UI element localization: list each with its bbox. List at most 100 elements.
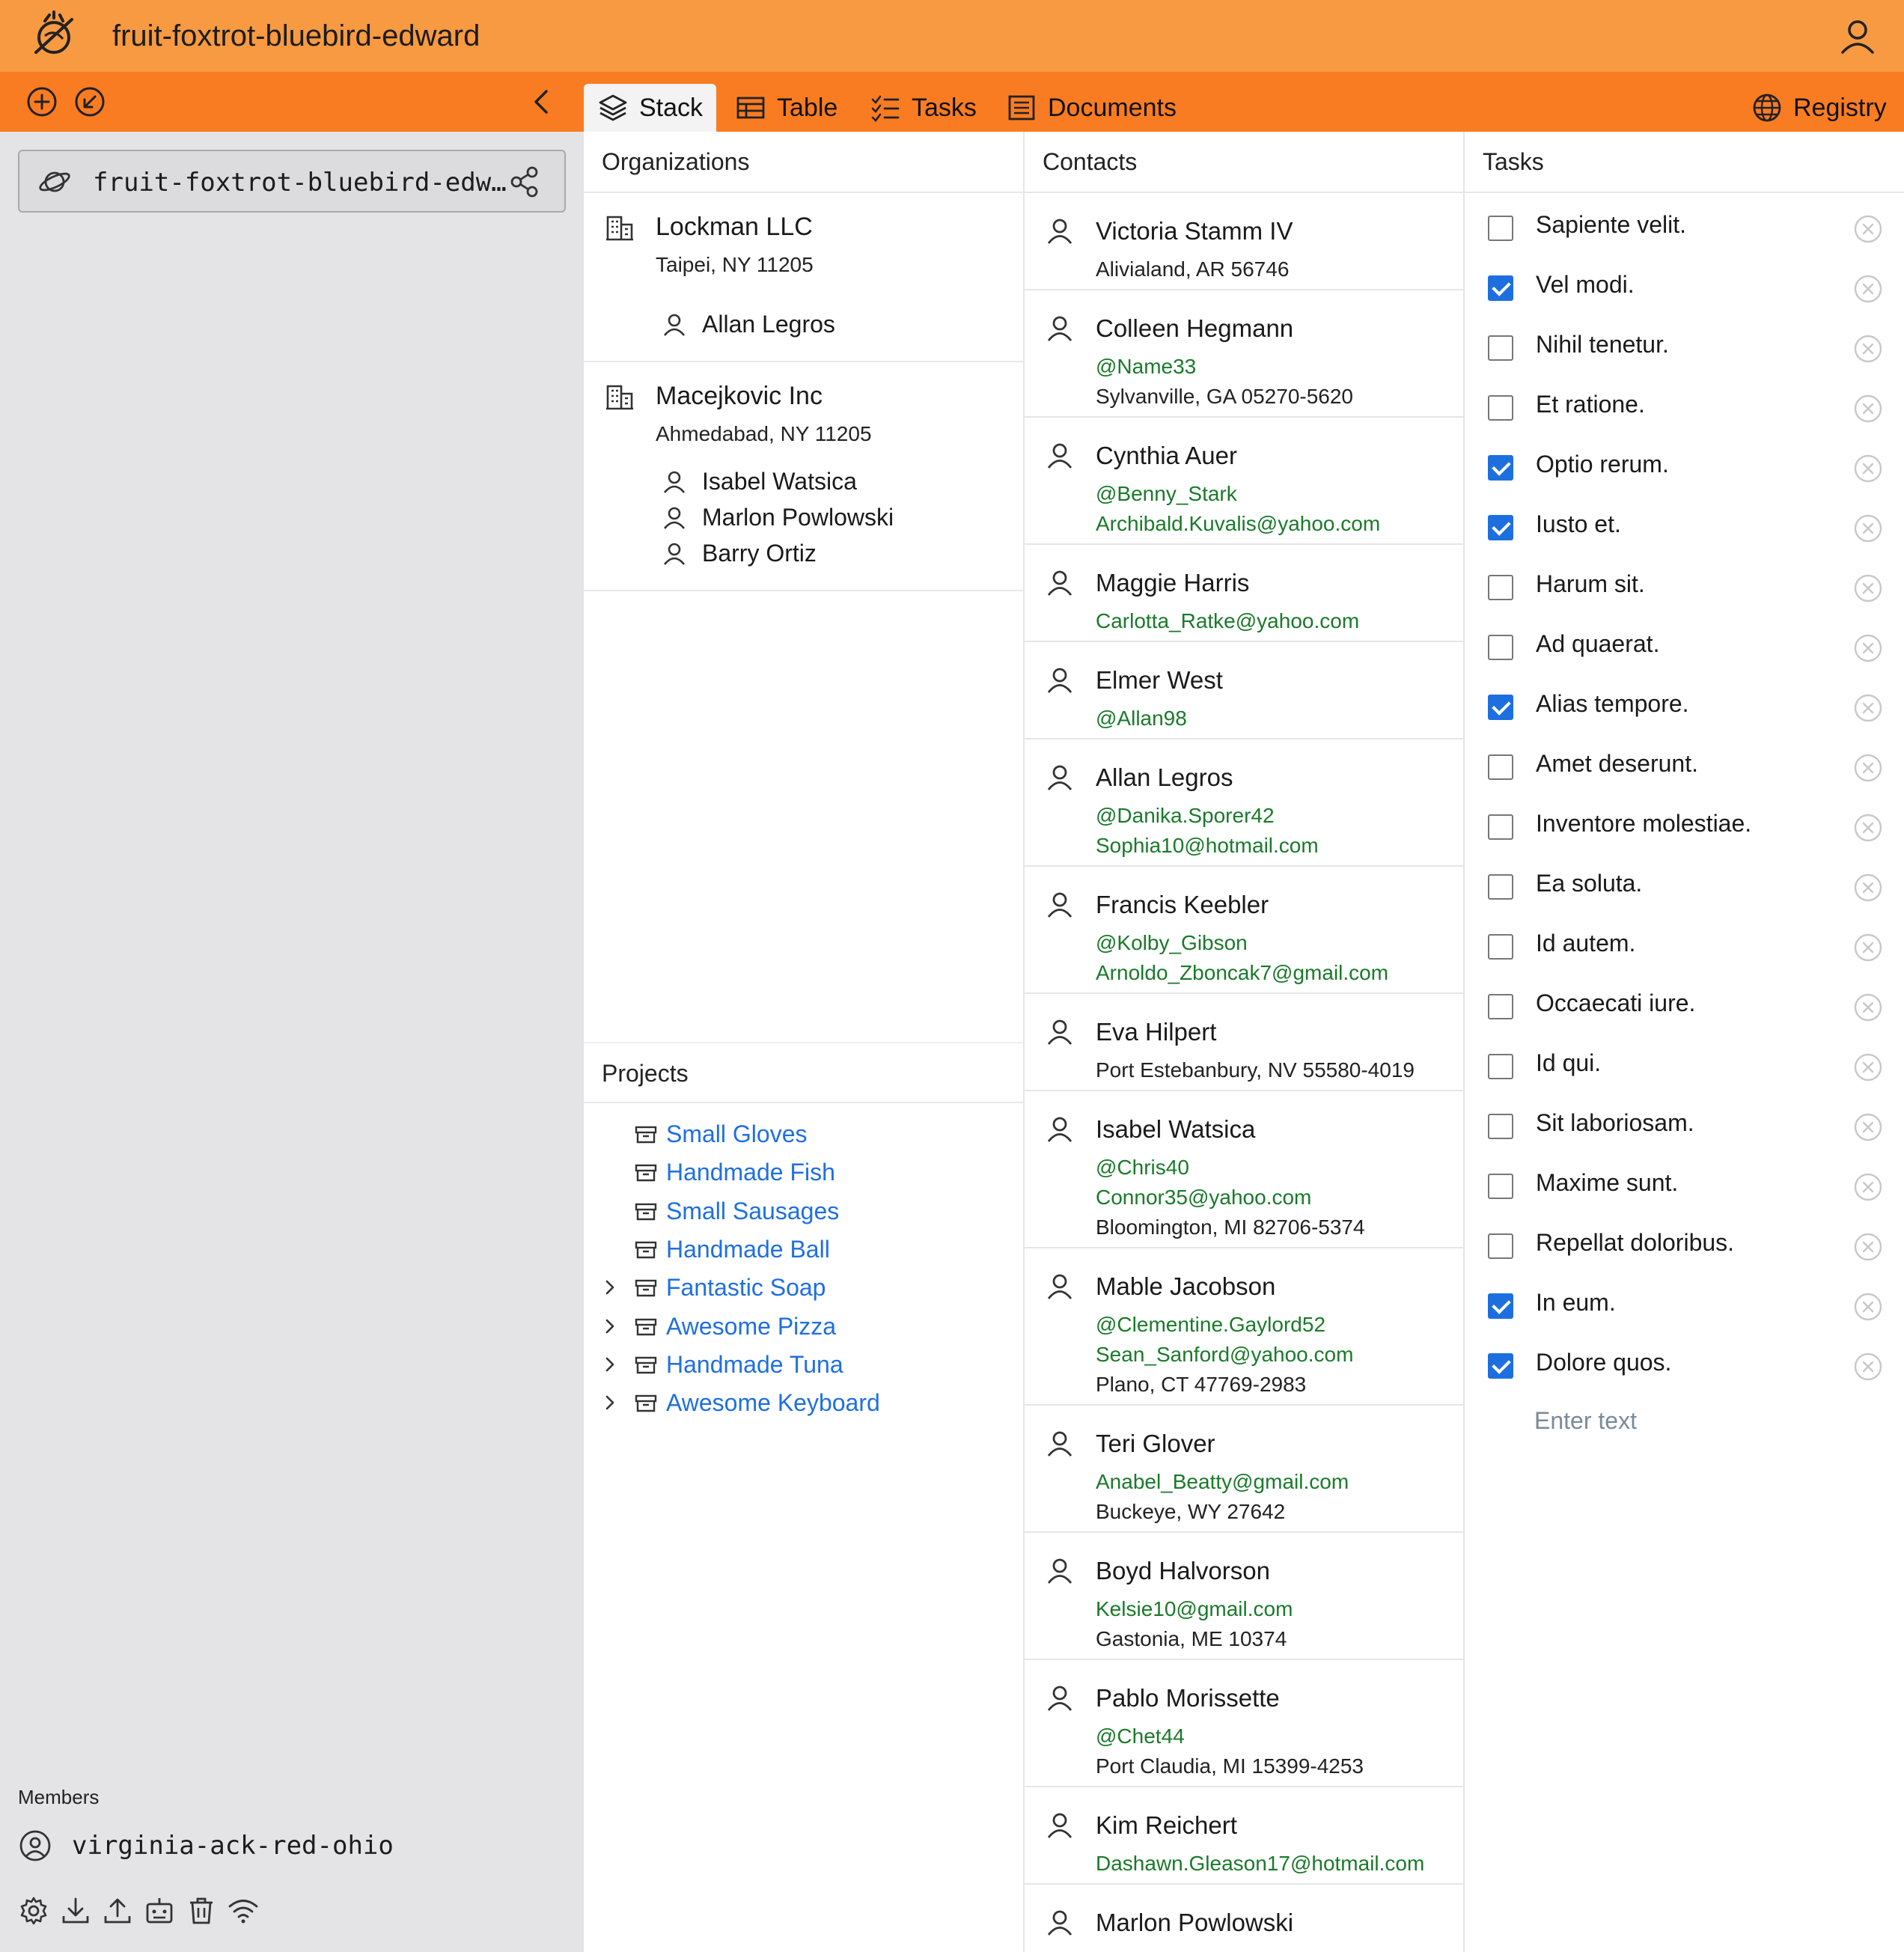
task-checkbox[interactable] <box>1488 515 1513 540</box>
contact-link[interactable]: Sean_Sanford@yahoo.com <box>1096 1343 1353 1367</box>
trash-icon[interactable] <box>186 1895 217 1927</box>
wifi-icon[interactable] <box>228 1895 259 1927</box>
user-icon[interactable] <box>1837 15 1879 57</box>
delete-task-icon[interactable] <box>1853 573 1883 603</box>
delete-task-icon[interactable] <box>1853 813 1883 843</box>
delete-task-icon[interactable] <box>1853 753 1883 783</box>
task-checkbox[interactable] <box>1488 1114 1513 1139</box>
tab-documents[interactable]: Documents <box>992 84 1190 132</box>
task-checkbox[interactable] <box>1488 1054 1513 1079</box>
chevron-right-icon[interactable] <box>599 1391 621 1414</box>
contact-link[interactable]: Connor35@yahoo.com <box>1096 1186 1311 1210</box>
contact-card[interactable]: Victoria Stamm IV Alivialand, AR 56746 <box>1024 193 1464 290</box>
task-checkbox[interactable] <box>1488 216 1513 241</box>
delete-task-icon[interactable] <box>1853 1052 1883 1082</box>
contact-link[interactable]: @Chris40 <box>1096 1156 1189 1180</box>
task-checkbox[interactable] <box>1488 874 1513 900</box>
contact-card[interactable]: Elmer West @Allan98 <box>1024 642 1464 739</box>
delete-task-icon[interactable] <box>1853 394 1883 424</box>
task-checkbox[interactable] <box>1488 695 1513 720</box>
task-checkbox[interactable] <box>1488 575 1513 600</box>
chevron-right-icon[interactable] <box>599 1276 621 1299</box>
chevron-right-icon[interactable] <box>599 1353 621 1376</box>
project-item[interactable]: Small Gloves <box>599 1115 808 1153</box>
contact-card[interactable]: Cynthia Auer @Benny_Stark Archibald.Kuvali… <box>1024 418 1464 545</box>
contact-link[interactable]: @Kolby_Gibson <box>1096 931 1248 955</box>
contact-link[interactable]: @Benny_Stark <box>1096 482 1237 506</box>
gear-icon[interactable] <box>18 1895 49 1927</box>
share-icon[interactable] <box>507 165 542 199</box>
tab-stack[interactable]: Stack <box>584 84 717 132</box>
contact-card[interactable]: Teri Glover Anabel_Beatty@gmail.com Buckey… <box>1024 1406 1464 1533</box>
contact-link[interactable]: Carlotta_Ratke@yahoo.com <box>1096 609 1359 633</box>
tab-table[interactable]: Table <box>721 84 851 132</box>
upload-icon[interactable] <box>102 1895 133 1927</box>
task-text[interactable]: Et ratione. <box>1536 391 1645 418</box>
task-text[interactable]: In eum. <box>1536 1289 1616 1317</box>
contact-card[interactable]: Boyd Halvorson Kelsie10@gmail.com Gastonia… <box>1024 1533 1464 1660</box>
delete-task-icon[interactable] <box>1853 992 1883 1022</box>
project-item[interactable]: Small Sausages <box>599 1192 839 1230</box>
app-logo-icon[interactable] <box>28 10 79 61</box>
space-card[interactable]: fruit-foxtrot-bluebird-edw… <box>18 150 566 213</box>
delete-task-icon[interactable] <box>1853 334 1883 364</box>
contact-card[interactable]: Pablo Morissette @Chet44 Port Claudia, MI … <box>1024 1660 1464 1787</box>
project-item[interactable]: Handmade Ball <box>599 1230 830 1268</box>
contact-card[interactable]: Isabel Watsica @Chris40 Connor35@yahoo.com… <box>1024 1091 1464 1248</box>
delete-task-icon[interactable] <box>1853 633 1883 663</box>
contact-card[interactable]: Mable Jacobson @Clementine.Gaylord52 Sean_… <box>1024 1248 1464 1406</box>
task-text[interactable]: Maxime sunt. <box>1536 1169 1678 1197</box>
contact-link[interactable]: Dashawn.Gleason17@hotmail.com <box>1096 1852 1424 1876</box>
task-text[interactable]: Iusto et. <box>1536 510 1621 538</box>
add-circle-icon[interactable] <box>25 85 58 118</box>
contact-card[interactable]: Eva Hilpert Port Estebanbury, NV 55580-40… <box>1024 994 1464 1091</box>
delete-task-icon[interactable] <box>1853 1352 1883 1382</box>
delete-task-icon[interactable] <box>1853 933 1883 963</box>
contact-card[interactable]: Colleen Hegmann @Name33 Sylvanville, GA 05… <box>1024 290 1464 418</box>
project-item[interactable]: Awesome Keyboard <box>599 1384 880 1421</box>
task-text[interactable]: Ea soluta. <box>1536 870 1642 897</box>
org-person[interactable]: Marlon Powlowski <box>662 500 894 534</box>
task-text[interactable]: Id qui. <box>1536 1049 1601 1077</box>
member-item[interactable]: virginia-ack-red-ohio <box>18 1825 394 1867</box>
task-checkbox[interactable] <box>1488 1293 1513 1319</box>
contact-link[interactable]: Kelsie10@gmail.com <box>1096 1597 1293 1621</box>
contact-link[interactable]: Archibald.Kuvalis@yahoo.com <box>1096 512 1380 536</box>
delete-task-icon[interactable] <box>1853 454 1883 484</box>
org-person[interactable]: Barry Ortiz <box>662 536 817 570</box>
new-task-input[interactable] <box>1534 1407 1864 1435</box>
contact-link[interactable]: @Clementine.Gaylord52 <box>1096 1313 1325 1337</box>
org-person[interactable]: Allan Legros <box>662 307 835 341</box>
task-text[interactable]: Amet deserunt. <box>1536 750 1698 778</box>
contact-link[interactable]: @Name33 <box>1096 355 1196 379</box>
contact-card[interactable]: Francis Keebler @Kolby_Gibson Arnoldo_Zbon… <box>1024 867 1464 994</box>
robot-icon[interactable] <box>144 1895 175 1927</box>
project-item[interactable]: Handmade Fish <box>599 1153 835 1191</box>
contact-link[interactable]: Arnoldo_Zboncak7@gmail.com <box>1096 961 1388 985</box>
task-checkbox[interactable] <box>1488 1174 1513 1199</box>
download-icon[interactable] <box>60 1895 91 1927</box>
contact-link[interactable]: Sophia10@hotmail.com <box>1096 834 1319 858</box>
task-checkbox[interactable] <box>1488 754 1513 780</box>
delete-task-icon[interactable] <box>1853 1292 1883 1322</box>
project-item[interactable]: Awesome Pizza <box>599 1308 836 1345</box>
task-text[interactable]: Vel modi. <box>1536 271 1635 299</box>
delete-task-icon[interactable] <box>1853 693 1883 723</box>
org-card[interactable]: Lockman LLC Taipei, NY 11205 Allan Legro… <box>584 193 1024 362</box>
join-arrow-circle-icon[interactable] <box>73 85 106 118</box>
delete-task-icon[interactable] <box>1853 1232 1883 1262</box>
task-checkbox[interactable] <box>1488 635 1513 660</box>
delete-task-icon[interactable] <box>1853 513 1883 543</box>
task-checkbox[interactable] <box>1488 1233 1513 1259</box>
delete-task-icon[interactable] <box>1853 873 1883 903</box>
task-text[interactable]: Dolore quos. <box>1536 1349 1671 1376</box>
contact-link[interactable]: Anabel_Beatty@gmail.com <box>1096 1470 1349 1494</box>
task-checkbox[interactable] <box>1488 335 1513 361</box>
project-item[interactable]: Handmade Tuna <box>599 1346 843 1383</box>
contact-link[interactable]: @Chet44 <box>1096 1724 1185 1748</box>
task-text[interactable]: Nihil tenetur. <box>1536 331 1669 359</box>
task-checkbox[interactable] <box>1488 934 1513 960</box>
task-text[interactable]: Occaecati iure. <box>1536 989 1695 1017</box>
project-item[interactable]: Fantastic Soap <box>599 1269 826 1306</box>
task-text[interactable]: Sit laboriosam. <box>1536 1109 1694 1137</box>
